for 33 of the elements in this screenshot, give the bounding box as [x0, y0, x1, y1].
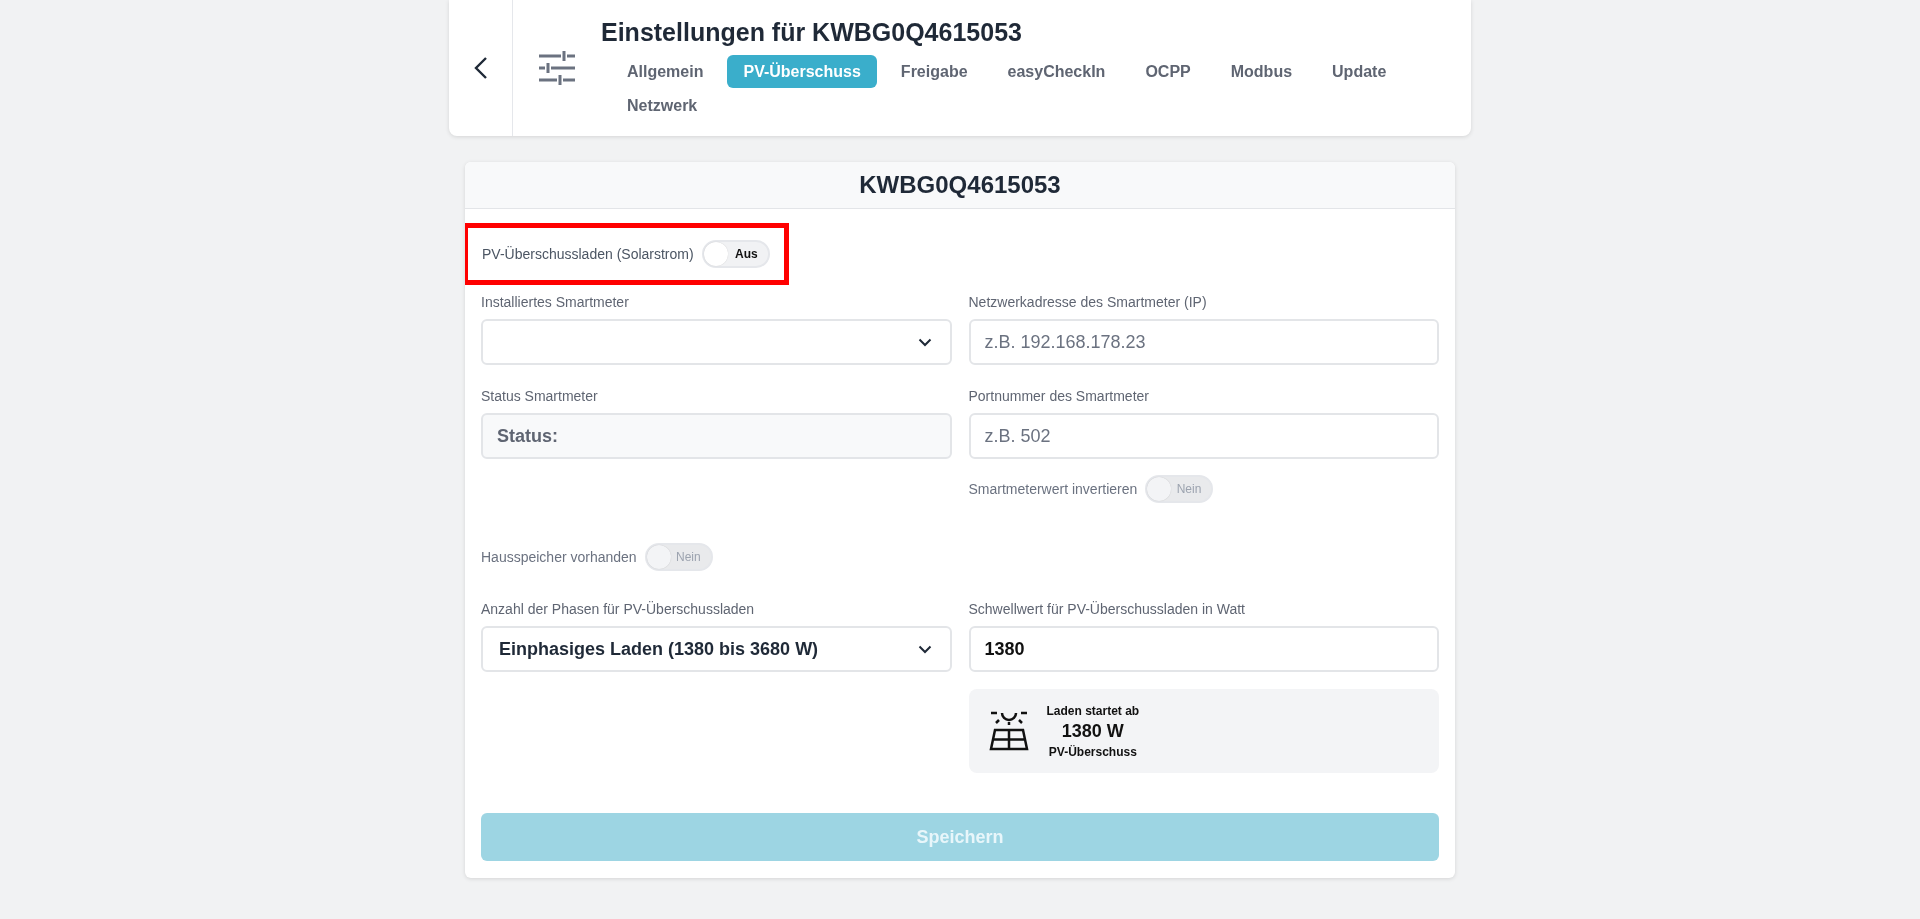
- field-label: Portnummer des Smartmeter: [968, 387, 1150, 405]
- tab[interactable]: OCPP: [1129, 55, 1207, 88]
- port-input-field[interactable]: z.B. 502: [968, 413, 1439, 459]
- sliders-icon: [537, 50, 577, 86]
- toggle-label: Hausspeicher vorhanden: [481, 549, 637, 565]
- toggle-switch[interactable]: Aus: [701, 240, 770, 268]
- tab[interactable]: Netzwerk: [611, 89, 714, 122]
- page-title: Einstellungen für KWBG0Q4615053: [601, 18, 1023, 47]
- tab[interactable]: Update: [1316, 55, 1403, 88]
- field-label: Anzahl der Phasen für PV-Überschussladen: [481, 600, 756, 618]
- chevron-down-icon: [917, 337, 932, 347]
- chevron-down-icon: [917, 644, 932, 654]
- ip-input-field[interactable]: z.B. 192.168.178.23: [968, 319, 1439, 365]
- field-label: Installiertes Smartmeter: [481, 293, 630, 311]
- chevron-left-icon: [473, 56, 488, 80]
- info-text: Laden startet ab: [1046, 703, 1140, 718]
- status-field[interactable]: Status:: [481, 413, 952, 459]
- info-text: PV-Überschuss: [1048, 744, 1137, 759]
- field-label: Netzwerkadresse des Smartmeter (IP): [968, 293, 1208, 311]
- solar-panel-icon: [988, 710, 1029, 752]
- card-title: KWBG0Q4615053: [465, 162, 1455, 209]
- phases-select[interactable]: Einphasiges Laden (1380 bis 3680 W): [481, 626, 952, 672]
- tab[interactable]: Freigabe: [884, 55, 984, 88]
- field-label: Status Smartmeter: [481, 387, 599, 405]
- toggle-label: Smartmeterwert invertieren: [968, 481, 1138, 497]
- tab[interactable]: Modbus: [1214, 55, 1309, 88]
- field-label: Schwellwert für PV-Überschussladen in Watt: [968, 600, 1246, 618]
- info-value: 1380 W: [1061, 720, 1124, 742]
- tab[interactable]: easyCheckIn: [991, 55, 1122, 88]
- tab[interactable]: Allgemein: [611, 55, 720, 88]
- toggle-label: PV-Überschussladen (Solarstrom): [482, 246, 694, 262]
- smartmeter-select[interactable]: [481, 319, 952, 365]
- threshold-input-field[interactable]: 1380: [968, 626, 1439, 672]
